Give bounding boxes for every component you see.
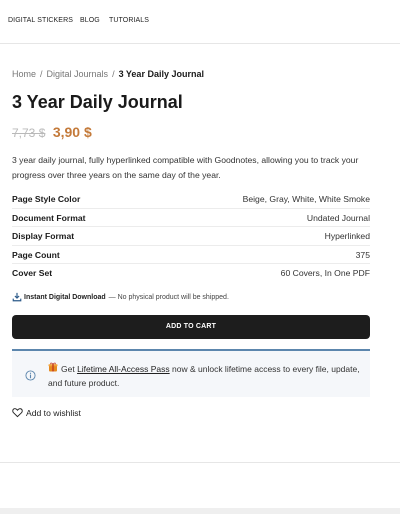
info-icon xyxy=(25,370,36,381)
add-to-wishlist-label: Add to wishlist xyxy=(26,407,81,418)
spec-label: Page Count xyxy=(12,249,60,260)
nav-tutorials[interactable]: TUTORIALS xyxy=(109,17,149,24)
breadcrumb: Home / Digital Journals/3 Year Daily Journ… xyxy=(12,69,204,79)
add-to-wishlist-link[interactable]: Add to wishlist xyxy=(12,407,81,418)
spec-row: Page Style Color Beige, Gray, White, Whi… xyxy=(12,190,370,209)
top-navigation: DIGITAL STICKERS BLOG TUTORIALS xyxy=(0,0,400,44)
breadcrumb-separator: / xyxy=(112,69,115,79)
lifetime-pass-notice: Get Lifetime All-Access Pass now & unloc… xyxy=(12,349,370,397)
spec-label: Cover Set xyxy=(12,268,53,278)
download-notice-note: — No physical product will be shipped. xyxy=(108,293,229,301)
download-icon xyxy=(12,292,22,302)
lifetime-pass-link[interactable]: Lifetime All-Access Pass xyxy=(77,364,170,374)
breadcrumb-category[interactable]: Digital Journals xyxy=(47,69,109,79)
spec-value: 375 xyxy=(355,249,370,260)
spec-row: Document Format Undated Journal xyxy=(12,209,370,227)
spec-row: Cover Set 60 Covers, In One PDF xyxy=(12,264,370,283)
divider xyxy=(0,462,400,463)
add-to-cart-button[interactable]: ADD TO CART xyxy=(12,315,370,339)
spec-value: Beige, Gray, White, White Smoke xyxy=(242,194,370,204)
price: 7,73 $ 3,90 $ xyxy=(12,124,92,142)
download-notice: Instant Digital Download — No physical p… xyxy=(12,292,229,302)
price-sale: 3,90 $ xyxy=(52,124,92,140)
product-description: 3 year daily journal, fully hyperlinked … xyxy=(12,155,359,180)
download-notice-bold: Instant Digital Download xyxy=(24,293,106,301)
spec-table: Page Style Color Beige, Gray, White, Whi… xyxy=(12,190,370,283)
spec-label: Page Style Color xyxy=(12,194,81,204)
breadcrumb-current: 3 Year Daily Journal xyxy=(118,69,204,79)
page-title: 3 Year Daily Journal xyxy=(12,92,183,112)
lifetime-pass-prefix: Get xyxy=(61,364,78,374)
page-bottom-edge xyxy=(0,508,400,514)
breadcrumb-home[interactable]: Home xyxy=(12,69,36,79)
lifetime-pass-text: Get Lifetime All-Access Pass now & unloc… xyxy=(48,362,363,390)
spec-label: Display Format xyxy=(12,231,75,241)
spec-value: Hyperlinked xyxy=(324,231,370,241)
heart-icon xyxy=(12,408,23,418)
nav-blog[interactable]: BLOG xyxy=(80,17,100,24)
spec-row: Display Format Hyperlinked xyxy=(12,227,370,246)
spec-row: Page Count 375 xyxy=(12,246,370,264)
breadcrumb-separator: / xyxy=(40,69,43,79)
spec-value: Undated Journal xyxy=(306,212,370,223)
nav-digital-stickers[interactable]: DIGITAL STICKERS xyxy=(8,17,73,24)
price-original: 7,73 $ xyxy=(12,126,46,140)
spec-value: 60 Covers, In One PDF xyxy=(280,268,370,278)
spec-label: Document Format xyxy=(12,212,86,223)
